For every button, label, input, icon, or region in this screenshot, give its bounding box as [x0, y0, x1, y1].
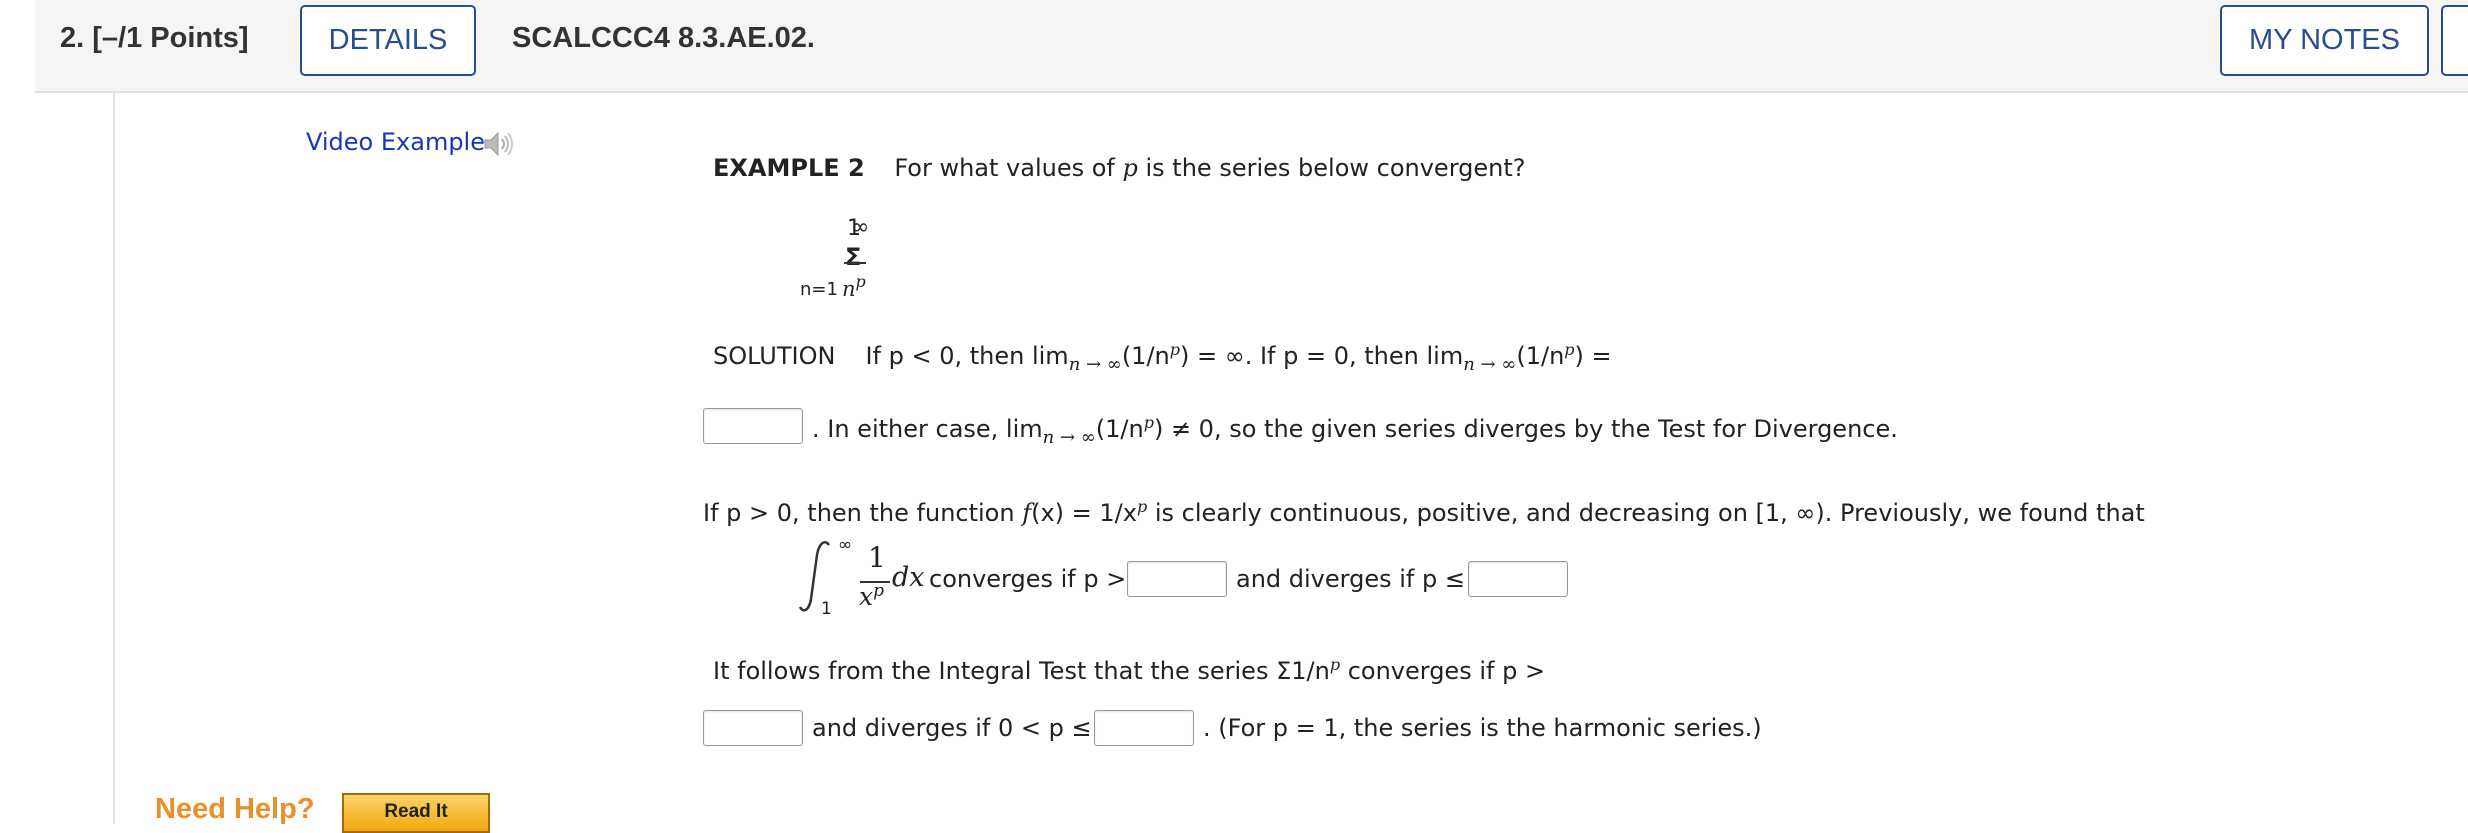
- integral-dx: dx: [892, 562, 925, 593]
- integral-diverges-text: and diverges if p ≤: [1236, 565, 1465, 593]
- read-it-button[interactable]: Read It: [342, 793, 490, 833]
- solution-line-2: . In either case, limn → ∞(1/np) ≠ 0, so…: [812, 413, 1898, 448]
- example-prompt: For what values of p is the series below…: [894, 154, 1526, 182]
- harmonic-note: . (For p = 1, the series is the harmonic…: [1203, 714, 1762, 742]
- series-denominator: np: [842, 272, 866, 301]
- integral-lower-limit: 1: [821, 599, 832, 619]
- example-heading: EXAMPLE 2 For what values of p is the se…: [713, 154, 1526, 182]
- limit-answer-input[interactable]: [703, 408, 803, 444]
- points-label: [–/1 Points]: [92, 22, 249, 54]
- example-label: EXAMPLE 2: [713, 154, 865, 182]
- video-example-link[interactable]: Video Example: [306, 128, 485, 156]
- speaker-icon[interactable]: [483, 129, 517, 159]
- paragraph-function: If p > 0, then the function f(x) = 1/xp …: [703, 497, 2145, 527]
- question-number-points: 2. [–/1 Points]: [60, 22, 249, 55]
- details-button-label: DETAILS: [328, 24, 448, 56]
- my-notes-button[interactable]: MY NOTES: [2220, 5, 2429, 76]
- converges-p-input[interactable]: [1127, 561, 1227, 597]
- paragraph-integral-test: It follows from the Integral Test that t…: [713, 655, 1546, 685]
- ask-teacher-button-partial[interactable]: [2441, 5, 2468, 76]
- left-divider: [113, 92, 115, 824]
- read-it-label: Read It: [384, 801, 448, 822]
- my-notes-button-label: MY NOTES: [2249, 24, 2400, 56]
- question-id: SCALCCC4 8.3.AE.02.: [512, 22, 815, 54]
- sigma-symbol: Σ: [845, 243, 862, 271]
- series-converges-p-input[interactable]: [703, 710, 803, 746]
- solution-line-1: SOLUTION If p < 0, then limn → ∞(1/np) = …: [713, 340, 1612, 375]
- series-fraction-bar: [844, 262, 866, 264]
- need-help-label: Need Help?: [155, 793, 315, 825]
- diverges-p-input[interactable]: [1468, 561, 1568, 597]
- integral-upper-limit: ∞: [838, 535, 853, 555]
- question-number: 2.: [60, 22, 85, 54]
- integral-numerator: 1: [868, 541, 886, 574]
- series-lower-limit: n=1: [800, 279, 838, 300]
- integral-denominator: xp: [859, 581, 884, 611]
- series-diverges-text: and diverges if 0 < p ≤: [812, 714, 1092, 742]
- details-button[interactable]: DETAILS: [300, 5, 476, 76]
- integral-converges-text: converges if p >: [929, 565, 1127, 593]
- series-numerator: 1: [847, 216, 861, 241]
- series-diverges-p-input[interactable]: [1094, 710, 1194, 746]
- solution-label: SOLUTION: [713, 342, 836, 370]
